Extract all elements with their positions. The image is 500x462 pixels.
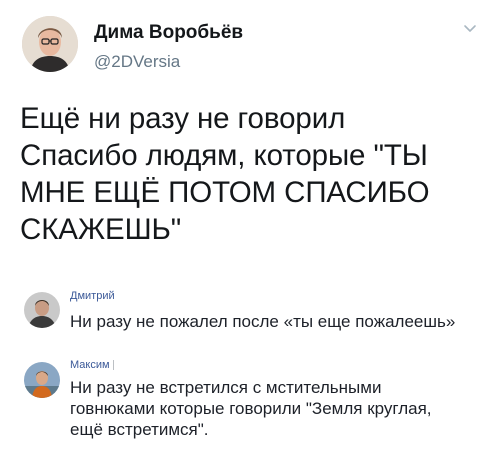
avatar[interactable] (22, 16, 78, 72)
comment-text: Ни разу не пожалел после «ты еще пожалее… (70, 312, 456, 331)
avatar-image (24, 362, 60, 398)
comment: Дмитрий Ни разу не пожалел после «ты еще… (0, 284, 500, 344)
comment-avatar[interactable] (24, 362, 60, 398)
tweet-header: Дима Воробьёв @2DVersia (0, 0, 500, 90)
comment-author-name[interactable]: Дмитрий (70, 290, 115, 302)
avatar-image (24, 292, 60, 328)
avatar-image (22, 16, 78, 72)
comment: Максим Ни разу не встретился с мстительн… (0, 356, 500, 456)
divider (112, 360, 114, 371)
chevron-down-icon[interactable] (463, 24, 477, 34)
tweet-text: Ещё ни разу не говорил Спасибо людям, ко… (20, 102, 430, 246)
comment-avatar[interactable] (24, 292, 60, 328)
comment-author-name[interactable]: Максим (70, 359, 110, 371)
author-name[interactable]: Дима Воробьёв (94, 22, 243, 44)
comment-author[interactable]: Дмитрий (70, 290, 115, 302)
comment-text: Ни разу не встретился с мстительными гов… (70, 378, 432, 439)
author-handle[interactable]: @2DVersia (94, 52, 180, 72)
comment-author[interactable]: Максим (70, 359, 114, 371)
